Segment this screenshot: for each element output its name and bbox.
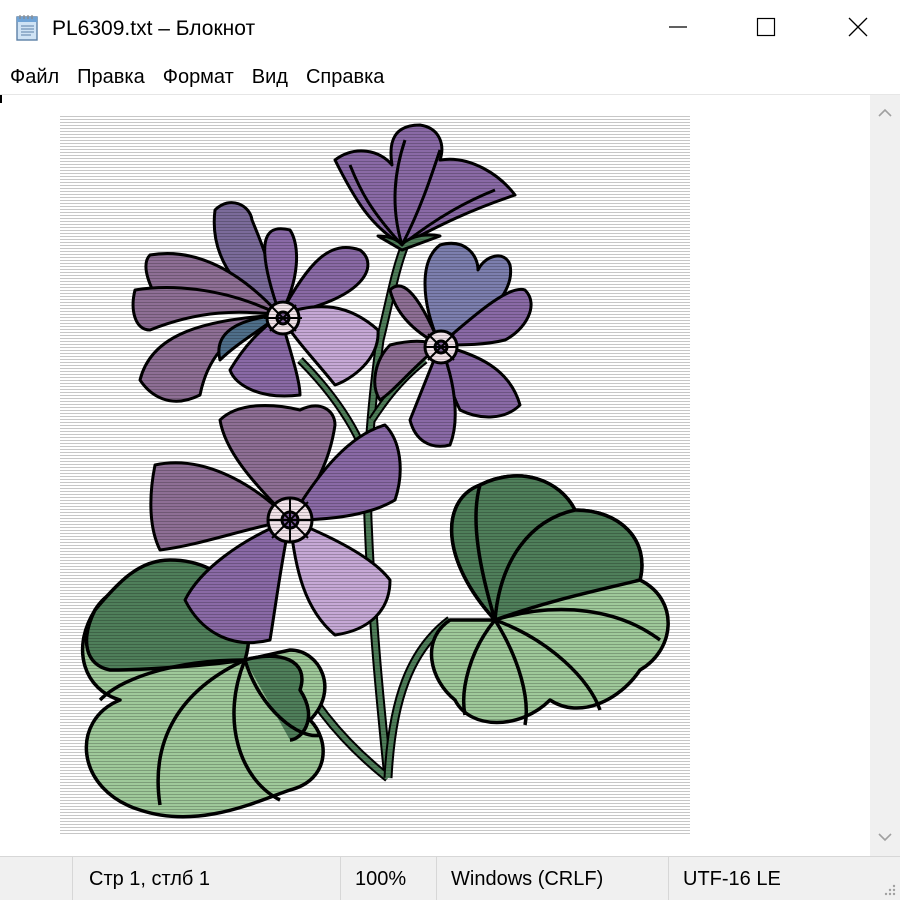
minimize-icon (668, 17, 688, 42)
close-icon (847, 16, 869, 43)
status-bar: Стр 1, стлб 1 100% Windows (CRLF) UTF-16… (0, 856, 900, 900)
notepad-window: PL6309.txt – Блокнот Файл Правка Формат … (0, 0, 900, 900)
scroll-up-button[interactable] (870, 100, 900, 130)
title-bar[interactable]: PL6309.txt – Блокнот (0, 0, 900, 58)
status-encoding: UTF-16 LE (668, 857, 900, 900)
chevron-down-icon (877, 829, 893, 850)
window-title: PL6309.txt – Блокнот (52, 17, 256, 40)
menu-bar: Файл Правка Формат Вид Справка (0, 60, 900, 94)
notepad-icon (14, 14, 42, 42)
text-caret (0, 95, 2, 103)
flower-illustration-icon (60, 115, 690, 835)
resize-grip-icon[interactable] (882, 882, 896, 896)
text-editor-area[interactable] (0, 95, 870, 856)
top-bud-flower (333, 123, 517, 252)
minimize-button[interactable] (632, 0, 724, 58)
chevron-up-icon (877, 105, 893, 126)
status-cursor-position: Стр 1, стлб 1 (72, 857, 340, 900)
menu-item-format[interactable]: Формат (154, 60, 243, 94)
right-leaf (429, 474, 670, 726)
maximize-button[interactable] (720, 0, 812, 58)
menu-item-view[interactable]: Вид (243, 60, 297, 94)
menu-item-edit[interactable]: Правка (68, 60, 154, 94)
status-zoom-level: 100% (340, 857, 436, 900)
maximize-icon (756, 17, 776, 42)
menu-item-help[interactable]: Справка (297, 60, 393, 94)
menu-item-file[interactable]: Файл (0, 60, 68, 94)
large-center-flower (149, 404, 402, 645)
upper-left-flower (131, 201, 380, 403)
vertical-scrollbar[interactable] (870, 95, 900, 856)
close-button[interactable] (812, 0, 900, 58)
status-line-endings: Windows (CRLF) (436, 857, 668, 900)
scroll-down-button[interactable] (870, 824, 900, 854)
